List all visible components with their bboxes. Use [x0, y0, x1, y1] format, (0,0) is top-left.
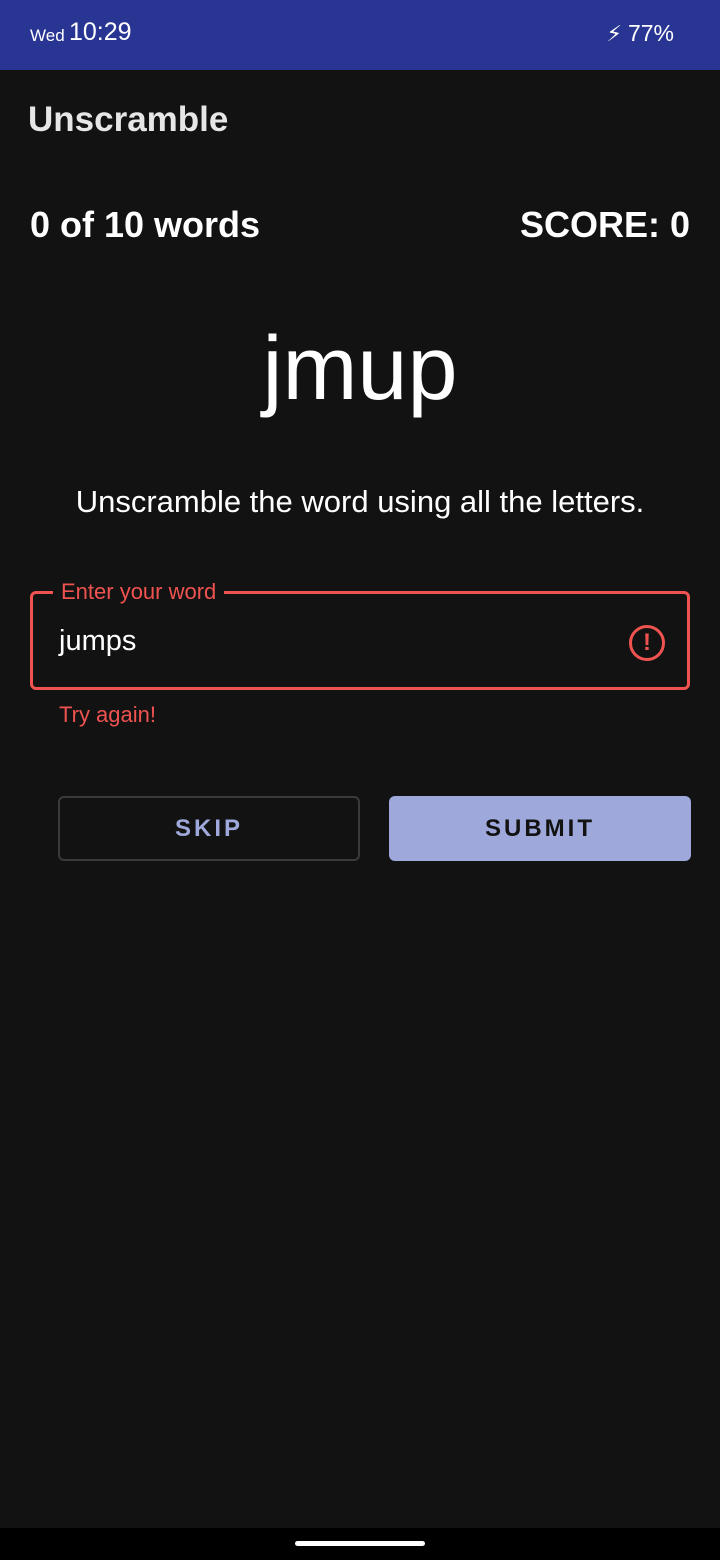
- submit-button[interactable]: SUBMIT: [389, 796, 691, 861]
- charging-bolt-icon: ⚡: [606, 20, 622, 46]
- navigation-bar: [0, 1528, 720, 1560]
- battery-indicator: ⚡ 77%: [607, 20, 675, 47]
- skip-button[interactable]: SKIP: [58, 796, 360, 861]
- error-icon: !: [629, 625, 665, 661]
- home-gesture-handle[interactable]: [295, 1541, 425, 1546]
- instructions: Unscramble the word using all the letter…: [75, 484, 645, 519]
- status-bar: Wed 10:29 ⚡ 77%: [0, 0, 720, 70]
- word-input-field[interactable]: Enter your word jumps !: [30, 578, 690, 690]
- battery-percent: 77%: [627, 20, 674, 46]
- status-time: 10:29: [69, 18, 132, 46]
- scrambled-word: jmup: [262, 319, 458, 419]
- word-count: 0 of 10 words: [30, 204, 261, 245]
- error-helper-text: Try again!: [59, 702, 157, 727]
- score: SCORE: 0: [519, 204, 690, 245]
- app-title: Unscramble: [28, 100, 229, 139]
- word-input-label: Enter your word: [53, 578, 225, 606]
- status-day: Wed: [30, 26, 65, 45]
- word-input-value[interactable]: jumps: [59, 625, 136, 658]
